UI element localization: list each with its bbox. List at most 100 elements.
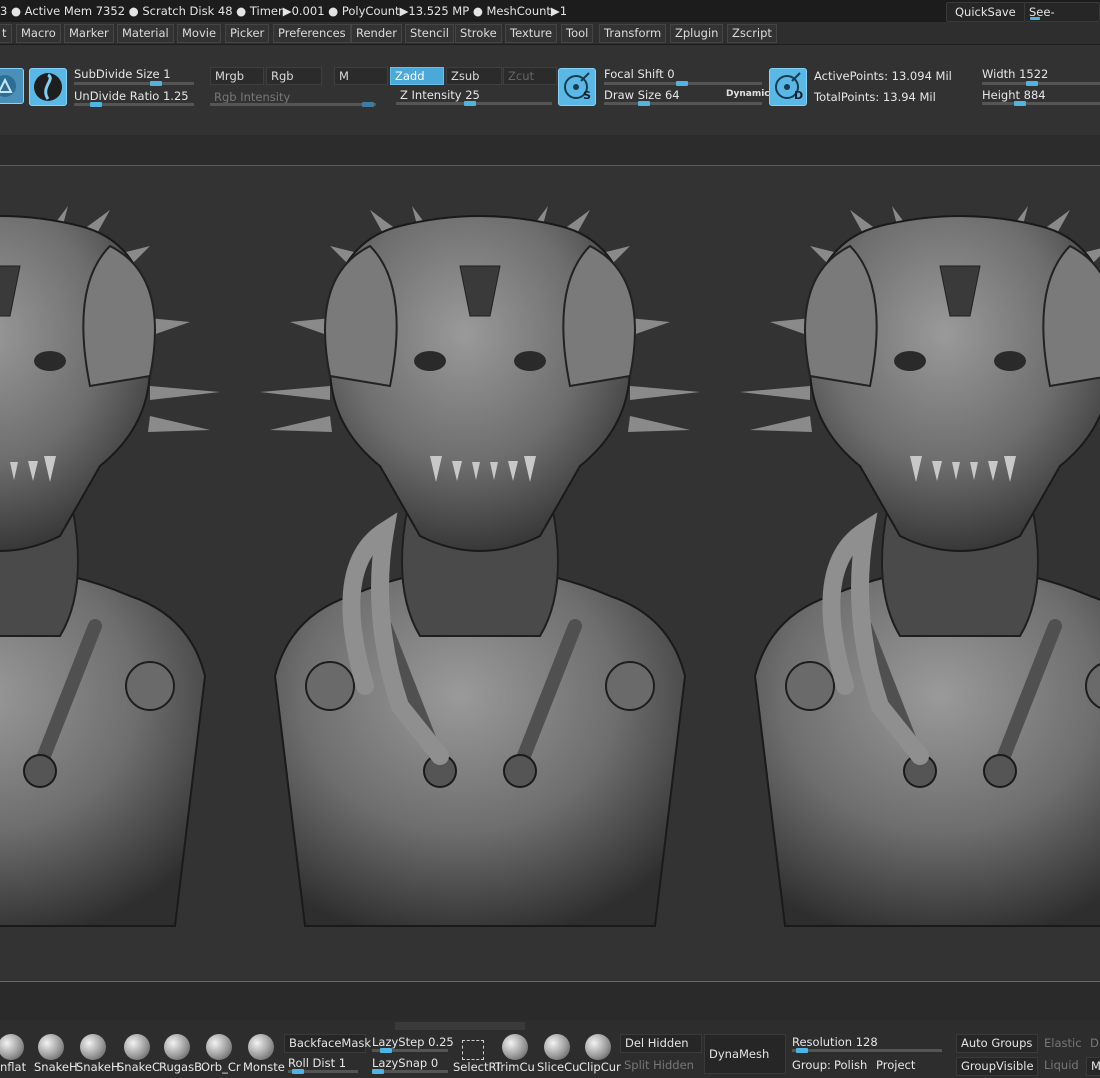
menu-item-marker[interactable]: Marker	[64, 24, 114, 43]
width-track[interactable]	[982, 82, 1100, 85]
menu-item-render[interactable]: Render	[351, 24, 402, 43]
brush-orb-cracks-icon[interactable]	[206, 1034, 232, 1060]
brush-inflat-icon[interactable]	[0, 1034, 24, 1060]
height-label: Height 884	[982, 88, 1046, 102]
brush-label: SnakeH	[34, 1060, 78, 1074]
brush-monster-icon[interactable]	[248, 1034, 274, 1060]
menu-item-movie[interactable]: Movie	[177, 24, 222, 43]
menu-bar: t Macro Marker Material Movie Picker Pre…	[0, 22, 1100, 45]
focal-shift-label: Focal Shift 0	[604, 67, 675, 81]
height-track[interactable]	[982, 102, 1100, 105]
polish-button[interactable]: Polish	[834, 1058, 867, 1072]
width-knob[interactable]	[1026, 81, 1038, 86]
project-button[interactable]: Project	[876, 1058, 915, 1072]
sculpt-render	[0, 166, 1100, 981]
resolution-track[interactable]	[792, 1049, 942, 1052]
bust-left-view	[0, 206, 220, 926]
del-hidden-button[interactable]: Del Hidden	[620, 1034, 702, 1053]
liquid-button[interactable]: Liquid	[1044, 1058, 1079, 1072]
z-intensity-knob[interactable]	[464, 101, 476, 106]
dynamic-toggle[interactable]: Dynamic	[726, 89, 770, 99]
yin-yang-icon	[34, 73, 62, 101]
d-letter: D	[794, 89, 804, 102]
brush-snakecurve-icon[interactable]	[124, 1034, 150, 1060]
dynamesh-button[interactable]: DynaMesh	[704, 1034, 786, 1074]
subdivide-size-knob[interactable]	[150, 81, 162, 86]
brush-snakehook-icon[interactable]	[38, 1034, 64, 1060]
active-points-readout: ActivePoints: 13.094 Mil	[814, 69, 952, 83]
draw-size-track[interactable]	[604, 102, 762, 105]
clip-curve-icon[interactable]	[585, 1034, 611, 1060]
menu-item-stroke[interactable]: Stroke	[455, 24, 502, 43]
total-points-readout: TotalPoints: 13.94 Mil	[814, 90, 936, 104]
triangle-icon	[0, 75, 16, 97]
quicksave-button[interactable]: QuickSave	[946, 2, 1025, 22]
roll-dist-knob[interactable]	[292, 1069, 304, 1074]
slice-curve-icon[interactable]	[544, 1034, 570, 1060]
menu-item-macro[interactable]: Macro	[16, 24, 61, 43]
undivide-ratio-label: UnDivide Ratio 1.25	[74, 89, 189, 103]
menu-item-tool[interactable]: Tool	[561, 24, 594, 43]
menu-item-material[interactable]: Material	[117, 24, 174, 43]
brush-label: Monste	[243, 1060, 285, 1074]
viewport-canvas[interactable]	[0, 166, 1100, 982]
menu-item-picker[interactable]: Picker	[225, 24, 270, 43]
menu-item-zplugin[interactable]: Zplugin	[670, 24, 724, 43]
select-rect-icon[interactable]	[462, 1040, 484, 1060]
info-bar: 3 ● Active Mem 7352 ● Scratch Disk 48 ● …	[0, 0, 1100, 37]
m-button[interactable]: M	[334, 67, 388, 85]
lazy-step-label: LazyStep 0.25	[372, 1035, 454, 1049]
slice-curve-label: SliceCu	[537, 1060, 580, 1074]
elastic-button[interactable]: Elastic	[1044, 1036, 1082, 1050]
symmetry-brush-button[interactable]	[29, 68, 67, 106]
lazy-snap-knob[interactable]	[372, 1069, 384, 1074]
trim-curve-label: TrimCu	[495, 1060, 535, 1074]
brush-label: RugasB	[159, 1060, 202, 1074]
lazy-step-knob[interactable]	[380, 1048, 392, 1053]
sculpt-mode-button[interactable]	[0, 68, 24, 104]
trim-curve-icon[interactable]	[502, 1034, 528, 1060]
rgb-intensity-track[interactable]	[210, 103, 376, 106]
menu-item-preferences[interactable]: Preferences	[273, 24, 351, 43]
height-knob[interactable]	[1014, 101, 1026, 106]
shelf-scroll-handle[interactable]	[395, 1022, 525, 1030]
brush-label: nflat	[0, 1060, 27, 1074]
draw-size-label: Draw Size 64	[604, 88, 680, 102]
resolution-knob[interactable]	[796, 1048, 808, 1053]
undivide-ratio-knob[interactable]	[90, 102, 102, 107]
menu-item-transform[interactable]: Transform	[599, 24, 667, 43]
auto-groups-button[interactable]: Auto Groups	[956, 1034, 1038, 1053]
select-rect-label: SelectRi	[453, 1060, 500, 1074]
s-letter: S	[583, 89, 591, 102]
d-button[interactable]: D	[1090, 1036, 1099, 1050]
brush-label: SnakeC	[117, 1060, 160, 1074]
zsub-button[interactable]: Zsub	[446, 67, 502, 85]
toolbar-spacer	[0, 135, 1100, 166]
focal-shift-knob[interactable]	[676, 81, 688, 86]
draw-size-knob[interactable]	[638, 101, 650, 106]
subdivide-size-label: SubDivide Size 1	[74, 67, 171, 81]
menu-item-stencil[interactable]: Stencil	[405, 24, 454, 43]
bust-right-view	[740, 206, 1100, 926]
width-label: Width 1522	[982, 67, 1049, 81]
brush-rugas-icon[interactable]	[164, 1034, 190, 1060]
subdivide-size-track[interactable]	[74, 82, 194, 85]
lightbox-d-button[interactable]: D	[769, 68, 807, 106]
bust-center-view	[260, 206, 700, 926]
zcut-button[interactable]: Zcut	[503, 67, 557, 85]
brush-snakehook2-icon[interactable]	[80, 1034, 106, 1060]
menu-item-t[interactable]: t	[0, 24, 12, 43]
brush-label: SnakeH	[76, 1060, 120, 1074]
menu-item-zscript[interactable]: Zscript	[727, 24, 777, 43]
group-visible-button[interactable]: GroupVisible	[956, 1057, 1038, 1076]
rgb-intensity-knob[interactable]	[362, 102, 374, 107]
mrgb-button[interactable]: Mrgb	[210, 67, 264, 85]
zadd-button[interactable]: Zadd	[390, 67, 444, 85]
lightbox-s-button[interactable]: S	[558, 68, 596, 106]
menu-item-texture[interactable]: Texture	[505, 24, 558, 43]
backface-mask-button[interactable]: BackfaceMask	[284, 1034, 371, 1053]
see-through-knob[interactable]	[1030, 17, 1040, 20]
m-button[interactable]: M	[1086, 1057, 1100, 1076]
rgb-button[interactable]: Rgb	[266, 67, 322, 85]
split-hidden-button[interactable]: Split Hidden	[624, 1058, 694, 1072]
